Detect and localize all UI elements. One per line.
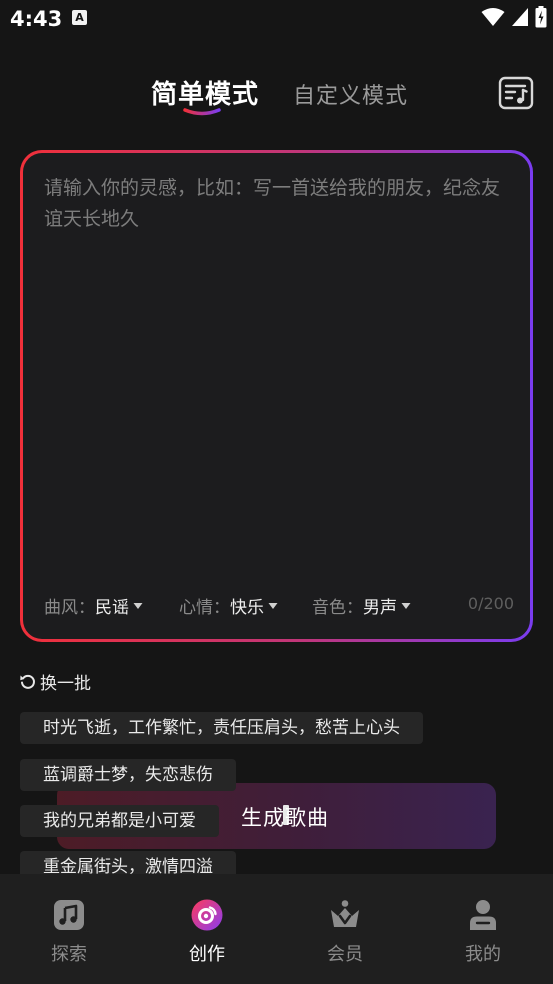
nav-label-vip: 会员 (327, 944, 363, 965)
suggestion-chip[interactable]: 时光飞逝，工作繁忙，责任压肩头，愁苦上心头 (20, 712, 423, 744)
song-options-row: 曲风： 民谣 心情： 快乐 音色： 男声 0/200 (44, 593, 514, 619)
char-count: 0/200 (467, 594, 514, 613)
nav-item-vip[interactable]: 会员 (295, 874, 395, 984)
refresh-label: 换一批 (40, 674, 91, 694)
voice-selector[interactable]: 音色： 男声 (312, 593, 411, 618)
wifi-icon (481, 8, 505, 26)
inspiration-card: 曲风： 民谣 心情： 快乐 音色： 男声 0/200 (20, 150, 533, 642)
vinyl-disc-icon (191, 899, 223, 931)
nav-label-mine: 我的 (465, 944, 501, 965)
playlist-button[interactable] (498, 76, 534, 110)
inspiration-card-inner: 曲风： 民谣 心情： 快乐 音色： 男声 0/200 (23, 153, 530, 639)
suggestion-chip[interactable]: 我的兄弟都是小可爱 (20, 805, 219, 837)
status-bar: 4:43 A (0, 0, 553, 38)
nav-item-mine[interactable]: 我的 (433, 874, 533, 984)
nav-item-create[interactable]: 创作 (157, 874, 257, 984)
bottom-nav: 探索 创作 会员 我的 (0, 874, 553, 984)
notification-icon: A (72, 10, 87, 25)
style-selector[interactable]: 曲风： 民谣 (44, 593, 143, 618)
generate-label: 生成歌曲 (241, 806, 329, 830)
caret-down-icon (401, 602, 411, 609)
refresh-icon (20, 674, 35, 689)
mood-value: 快乐 (230, 598, 264, 618)
nav-item-explore[interactable]: 探索 (19, 874, 119, 984)
voice-label: 音色： (312, 598, 363, 618)
refresh-suggestions-button[interactable]: 换一批 (19, 669, 91, 694)
battery-icon (535, 6, 547, 28)
signal-icon (512, 8, 528, 26)
music-note-icon (54, 900, 84, 930)
mood-label: 心情： (179, 598, 230, 618)
voice-value: 男声 (363, 598, 397, 618)
nav-label-create: 创作 (189, 944, 225, 965)
mood-selector[interactable]: 心情： 快乐 (179, 593, 278, 618)
tab-simple-mode[interactable]: 简单模式 (151, 74, 259, 111)
music-list-icon (498, 76, 534, 110)
caret-down-icon (268, 602, 278, 609)
style-value: 民谣 (95, 598, 129, 618)
crown-icon (331, 900, 359, 927)
style-label: 曲风： (44, 598, 95, 618)
person-icon (470, 900, 496, 930)
inspiration-input[interactable] (44, 173, 504, 573)
tab-custom-mode[interactable]: 自定义模式 (293, 78, 408, 110)
nav-label-explore: 探索 (51, 944, 87, 965)
app-screen: 4:43 A 简单模式 自定义模式 请输入你的灵感，比如：写一首送给我的朋友，纪… (0, 0, 553, 984)
suggestion-chip[interactable]: 蓝调爵士梦，失恋悲伤 (20, 759, 236, 791)
active-tab-indicator (183, 108, 221, 116)
status-time: 4:43 (10, 7, 63, 31)
caret-down-icon (133, 602, 143, 609)
status-icons (481, 6, 547, 28)
